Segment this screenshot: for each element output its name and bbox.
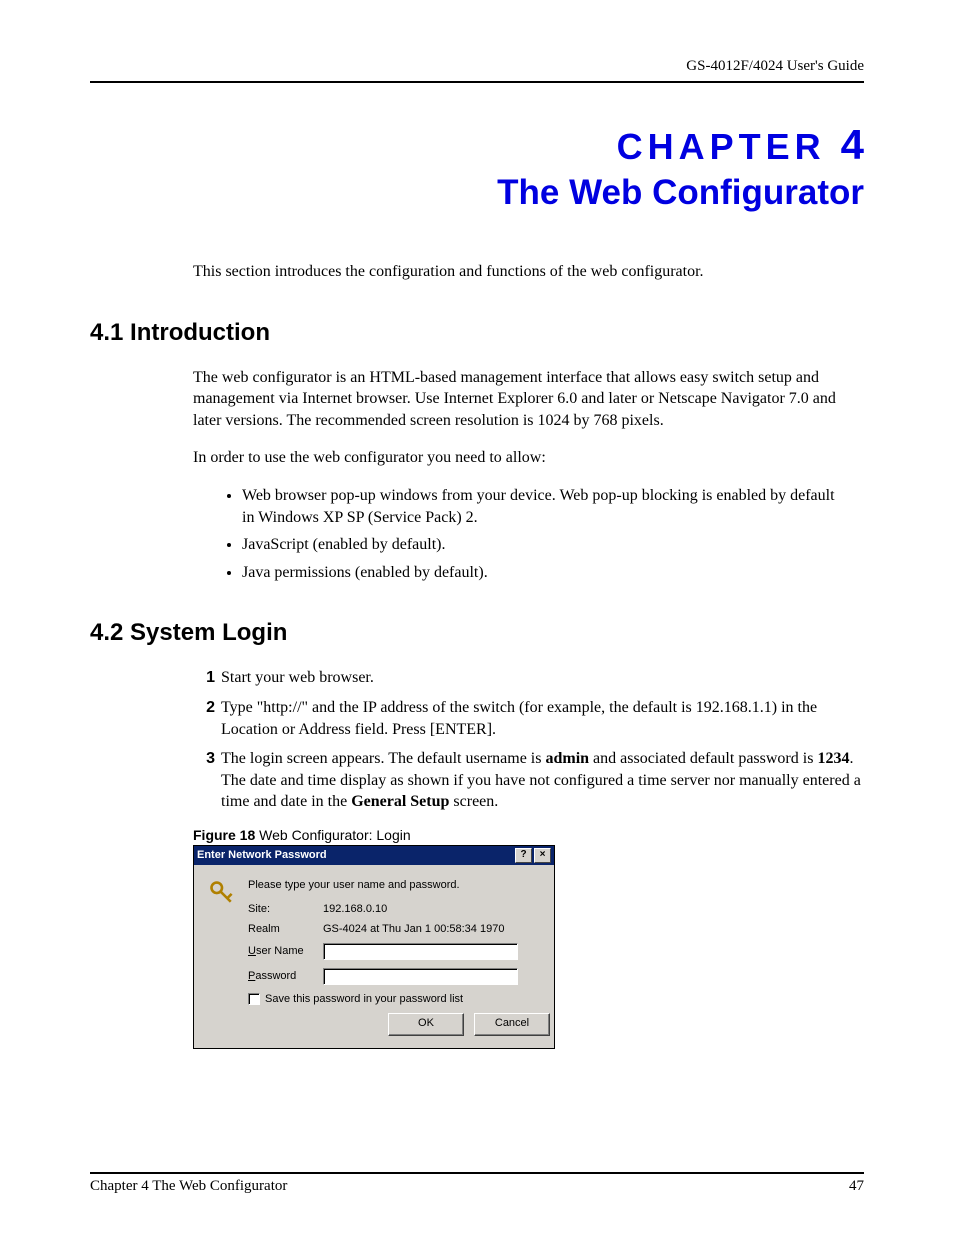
figure-label: Figure 18 [193, 827, 255, 843]
list-item: Web browser pop-up windows from your dev… [242, 485, 864, 528]
section-4-1-para2: In order to use the web configurator you… [193, 447, 864, 469]
save-password-checkbox[interactable] [248, 993, 260, 1005]
help-button[interactable]: ? [515, 848, 532, 863]
step-number: 1 [193, 667, 221, 689]
step-text: Type "http://" and the IP address of the… [221, 697, 864, 740]
username-input[interactable] [323, 943, 518, 960]
footer-rule [90, 1172, 864, 1174]
step-number: 3 [193, 748, 221, 813]
realm-value: GS-4024 at Thu Jan 1 00:58:34 1970 [323, 923, 554, 935]
section-4-1-heading: 4.1 Introduction [90, 319, 864, 347]
text-bold: admin [545, 750, 589, 767]
step-item: 3 The login screen appears. The default … [193, 748, 864, 813]
save-password-label: Save this password in your password list [265, 993, 463, 1005]
step-text: Start your web browser. [221, 667, 864, 689]
chapter-intro: This section introduces the configuratio… [193, 261, 864, 283]
label-rest: assword [255, 970, 296, 982]
figure-caption-text: Web Configurator: Login [255, 827, 410, 843]
footer-page-number: 47 [849, 1178, 864, 1195]
header-guide-title: GS-4012F/4024 User's Guide [90, 58, 864, 81]
dialog-prompt: Please type your user name and password. [248, 879, 554, 891]
section-4-2-heading: 4.2 System Login [90, 619, 864, 647]
close-button[interactable]: × [534, 848, 551, 863]
password-label: Password [248, 970, 323, 982]
password-input[interactable] [323, 968, 518, 985]
text-run: The login screen appears. The default us… [221, 750, 545, 767]
section-4-2-steps: 1 Start your web browser. 2 Type "http:/… [90, 667, 864, 813]
step-text: The login screen appears. The default us… [221, 748, 864, 813]
text-run: and associated default password is [589, 750, 817, 767]
site-value: 192.168.0.10 [323, 903, 554, 915]
text-bold: General Setup [351, 793, 449, 810]
list-item: JavaScript (enabled by default). [242, 534, 864, 556]
figure-caption: Figure 18 Web Configurator: Login [193, 827, 864, 843]
login-dialog: Enter Network Password ? × Please type y… [193, 845, 555, 1049]
step-item: 1 Start your web browser. [193, 667, 864, 689]
realm-label: Realm [248, 923, 323, 935]
section-4-1-para1: The web configurator is an HTML-based ma… [193, 367, 864, 432]
text-run: screen. [449, 793, 498, 810]
header-rule [90, 81, 864, 83]
chapter-number: 4 [841, 121, 864, 168]
site-label: Site: [248, 903, 323, 915]
chapter-label: CHAPTER 4 [90, 121, 864, 169]
footer-chapter: Chapter 4 The Web Configurator [90, 1178, 287, 1195]
text-bold: 1234 [817, 750, 849, 767]
mnemonic: U [248, 945, 256, 957]
ok-button[interactable]: OK [388, 1013, 464, 1036]
label-rest: ave this password in your password list [272, 993, 463, 1005]
label-rest: ser Name [256, 945, 304, 957]
dialog-title: Enter Network Password [197, 849, 513, 861]
chapter-label-text: CHAPTER [617, 126, 826, 167]
dialog-titlebar[interactable]: Enter Network Password ? × [194, 846, 554, 865]
chapter-title: The Web Configurator [90, 173, 864, 213]
step-item: 2 Type "http://" and the IP address of t… [193, 697, 864, 740]
list-item: Java permissions (enabled by default). [242, 562, 864, 584]
section-4-1-bullets: Web browser pop-up windows from your dev… [90, 485, 864, 583]
dialog-body: Please type your user name and password.… [194, 865, 554, 1048]
step-number: 2 [193, 697, 221, 740]
cancel-button[interactable]: Cancel [474, 1013, 550, 1036]
page-footer: Chapter 4 The Web Configurator 47 [90, 1172, 864, 1195]
username-label: User Name [248, 945, 323, 957]
key-icon [208, 879, 236, 907]
